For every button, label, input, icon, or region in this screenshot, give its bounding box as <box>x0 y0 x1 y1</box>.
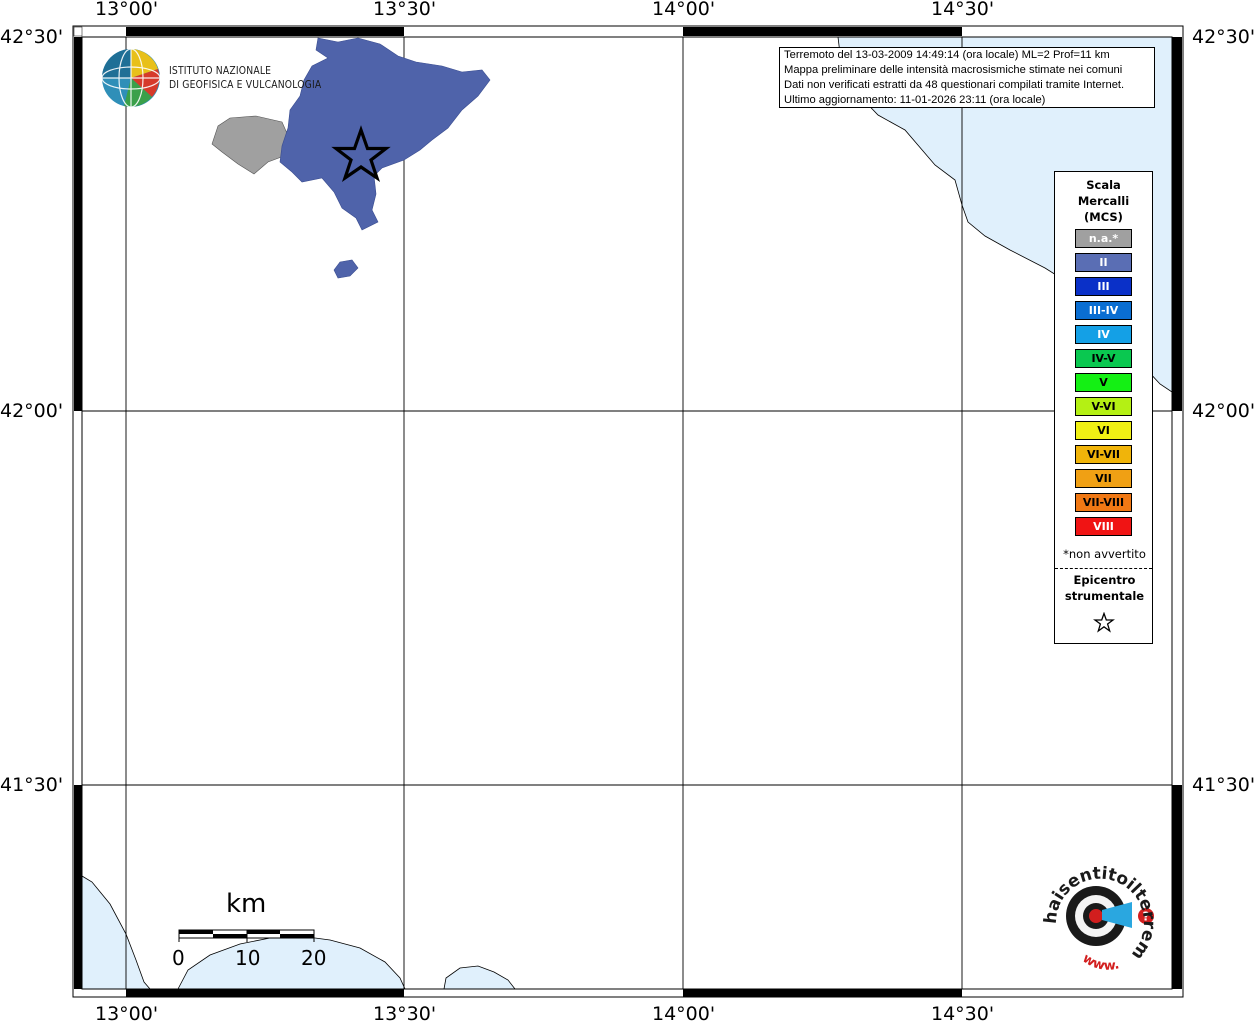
legend-swatch: V <box>1075 373 1132 392</box>
ingv-name-line1: ISTITUTO NAZIONALE <box>169 65 272 77</box>
legend-swatch: VII-VIII <box>1075 493 1132 512</box>
legend-swatch: IV <box>1075 325 1132 344</box>
lon-label-bottom-1430: 14°30' <box>931 1003 995 1025</box>
info-line-data: Dati non verificati estratti da 48 quest… <box>784 79 1125 91</box>
haisentito-logo: ? haisentitoilterremoto.it www. <box>1036 856 1159 974</box>
lat-label-right-4200: 42°00' <box>1192 400 1256 422</box>
sea-areas <box>81 36 1173 990</box>
lon-label-bottom-1400: 14°00' <box>652 1003 716 1025</box>
legend-swatch: III <box>1075 277 1132 296</box>
legend-swatch: II <box>1075 253 1132 272</box>
legend-swatch: VI-VII <box>1075 445 1132 464</box>
lat-label-right-4230: 42°30' <box>1192 26 1256 48</box>
tyrrhenian-sea-west <box>81 875 151 990</box>
legend-title-line3: (MCS) <box>1084 210 1123 224</box>
info-line-event: Terremoto del 13-03-2009 14:49:14 (ora l… <box>784 49 1110 61</box>
lon-label-top-1430: 14°30' <box>931 0 995 20</box>
legend-swatch: VIII <box>1075 517 1132 536</box>
legend-separator <box>1055 568 1152 569</box>
legend-swatch: III-IV <box>1075 301 1132 320</box>
scale-bar-title: km <box>226 889 267 919</box>
area-na <box>211 115 291 175</box>
lat-label-left-4130: 41°30' <box>0 774 64 796</box>
legend-star-icon <box>1093 612 1115 633</box>
scale-label-10: 10 <box>235 946 261 970</box>
lon-label-top-1400: 14°00' <box>652 0 716 20</box>
legend-swatch: VI <box>1075 421 1132 440</box>
legend-title-line1: Scala <box>1086 178 1121 192</box>
legend-epicenter-line1: Epicentro <box>1073 573 1136 587</box>
legend-swatch: V-VI <box>1075 397 1132 416</box>
haisentito-url: www. <box>1080 951 1121 974</box>
ingv-name: ISTITUTO NAZIONALE DI GEOFISICA E VULCAN… <box>169 64 321 92</box>
legend-swatch: IV-V <box>1075 349 1132 368</box>
gulf-of-naples <box>443 965 516 990</box>
legend-items: n.a.* II III III-IV IV IV-V V V-VI VI VI-VII VII VI… <box>1075 229 1132 541</box>
legend-swatch: n.a.* <box>1075 229 1132 248</box>
info-line-map: Mappa preliminare delle intensità macros… <box>784 64 1123 76</box>
legend-title: Scala Mercalli (MCS) <box>1055 177 1152 225</box>
lon-label-bottom-1330: 13°30' <box>373 1003 437 1025</box>
legend-swatch: VII <box>1075 469 1132 488</box>
mcs-legend: Scala Mercalli (MCS) n.a.* II III III-IV IV I… <box>1054 171 1153 644</box>
lon-label-bottom-1300: 13°00' <box>95 1003 159 1025</box>
legend-epicenter-line2: strumentale <box>1064 589 1145 603</box>
legend-note: *non avvertito <box>1063 547 1146 561</box>
scale-label-20: 20 <box>301 946 327 970</box>
earthquake-info-box: Terremoto del 13-03-2009 14:49:14 (ora l… <box>779 47 1155 108</box>
legend-title-line2: Mercalli <box>1077 194 1130 208</box>
scale-label-0: 0 <box>172 946 185 970</box>
info-line-updated: Ultimo aggiornamento: 11-01-2026 23:11 (… <box>784 94 1046 106</box>
lat-label-right-4130: 41°30' <box>1192 774 1256 796</box>
gulf-of-gaeta <box>177 935 406 990</box>
lon-label-top-1300: 13°00' <box>95 0 159 20</box>
lon-label-top-1330: 13°30' <box>373 0 437 20</box>
legend-epicenter-label: Epicentro strumentale <box>1055 572 1154 604</box>
ingv-name-line2: DI GEOFISICA E VULCANOLOGIA <box>169 79 322 91</box>
lat-label-left-4230: 42°30' <box>0 26 64 48</box>
area-intensity-ii-south <box>333 259 359 279</box>
ingv-logo-icon <box>101 48 161 108</box>
lat-label-left-4200: 42°00' <box>0 400 64 422</box>
